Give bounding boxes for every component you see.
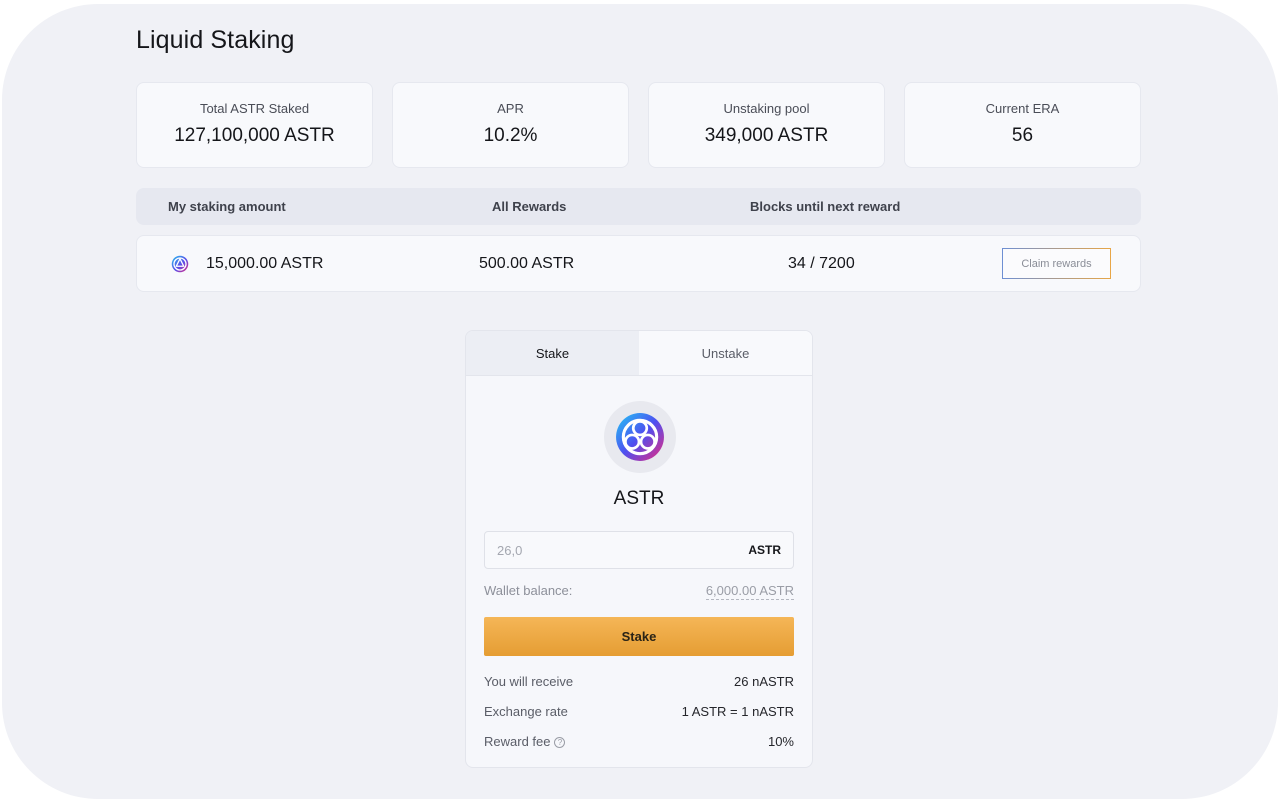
blocks-until-reward: 34 / 7200: [788, 255, 855, 272]
stat-label: Total ASTR Staked: [199, 101, 310, 116]
header-staking-amount: My staking amount: [168, 199, 286, 214]
info-label: You will receive: [484, 674, 574, 689]
info-label: Exchange rate: [484, 704, 568, 719]
stake-panel: Stake Unstake ASTR ASTR Wallet balance: …: [465, 330, 813, 768]
question-circle-icon[interactable]: ?: [554, 737, 566, 748]
amount-field: ASTR: [484, 531, 794, 569]
stat-label: APR: [497, 101, 524, 116]
stat-value: 10.2%: [483, 125, 538, 146]
info-row-reward-fee: Reward fee? 10%: [484, 734, 794, 749]
wallet-balance-value[interactable]: 6,000.00 ASTR: [705, 583, 794, 600]
staking-summary-header: My staking amount All Rewards Blocks unt…: [136, 188, 1141, 225]
tab-stake[interactable]: Stake: [466, 331, 639, 375]
staking-summary-row: 15,000.00 ASTR 500.00 ASTR 34 / 7200 Cla…: [136, 235, 1141, 292]
stat-card-current-era: Current ERA 56: [904, 82, 1141, 168]
info-label: Reward fee: [484, 734, 551, 749]
page-title: Liquid Staking: [136, 26, 295, 54]
info-value: 10%: [767, 734, 794, 749]
all-rewards-value: 500.00 ASTR: [479, 255, 575, 272]
stat-value: 56: [1011, 125, 1034, 146]
stat-label: Unstaking pool: [723, 101, 810, 116]
amount-unit: ASTR: [748, 543, 781, 557]
stat-label: Current ERA: [985, 101, 1060, 116]
header-rewards: All Rewards: [492, 199, 567, 214]
token-logo: [604, 401, 676, 473]
stat-card-total-staked: Total ASTR Staked 127,100,000 ASTR: [136, 82, 373, 168]
astar-logo-icon: [616, 413, 664, 461]
header-blocks: Blocks until next reward: [750, 199, 901, 214]
stat-card-apr: APR 10.2%: [392, 82, 629, 168]
my-staking-amount: 15,000.00 ASTR: [206, 255, 324, 272]
info-row-receive: You will receive 26 nASTR: [484, 674, 794, 689]
info-value: 1 ASTR = 1 nASTR: [681, 704, 794, 719]
tab-unstake[interactable]: Unstake: [639, 331, 812, 375]
stake-button[interactable]: Stake: [484, 617, 794, 656]
stake-tabs: Stake Unstake: [466, 331, 812, 376]
stat-value: 127,100,000 ASTR: [174, 125, 335, 146]
wallet-balance-label: Wallet balance:: [484, 583, 573, 598]
stat-value: 349,000 ASTR: [704, 125, 829, 146]
info-value: 26 nASTR: [734, 674, 794, 689]
info-row-exchange-rate: Exchange rate 1 ASTR = 1 nASTR: [484, 704, 794, 719]
stat-card-unstaking-pool: Unstaking pool 349,000 ASTR: [648, 82, 885, 168]
token-name: ASTR: [613, 488, 665, 509]
astar-token-icon: [171, 255, 189, 273]
claim-rewards-button[interactable]: Claim rewards: [1002, 248, 1111, 279]
wallet-balance-row: Wallet balance: 6,000.00 ASTR: [484, 583, 794, 600]
amount-input[interactable]: [497, 532, 727, 568]
